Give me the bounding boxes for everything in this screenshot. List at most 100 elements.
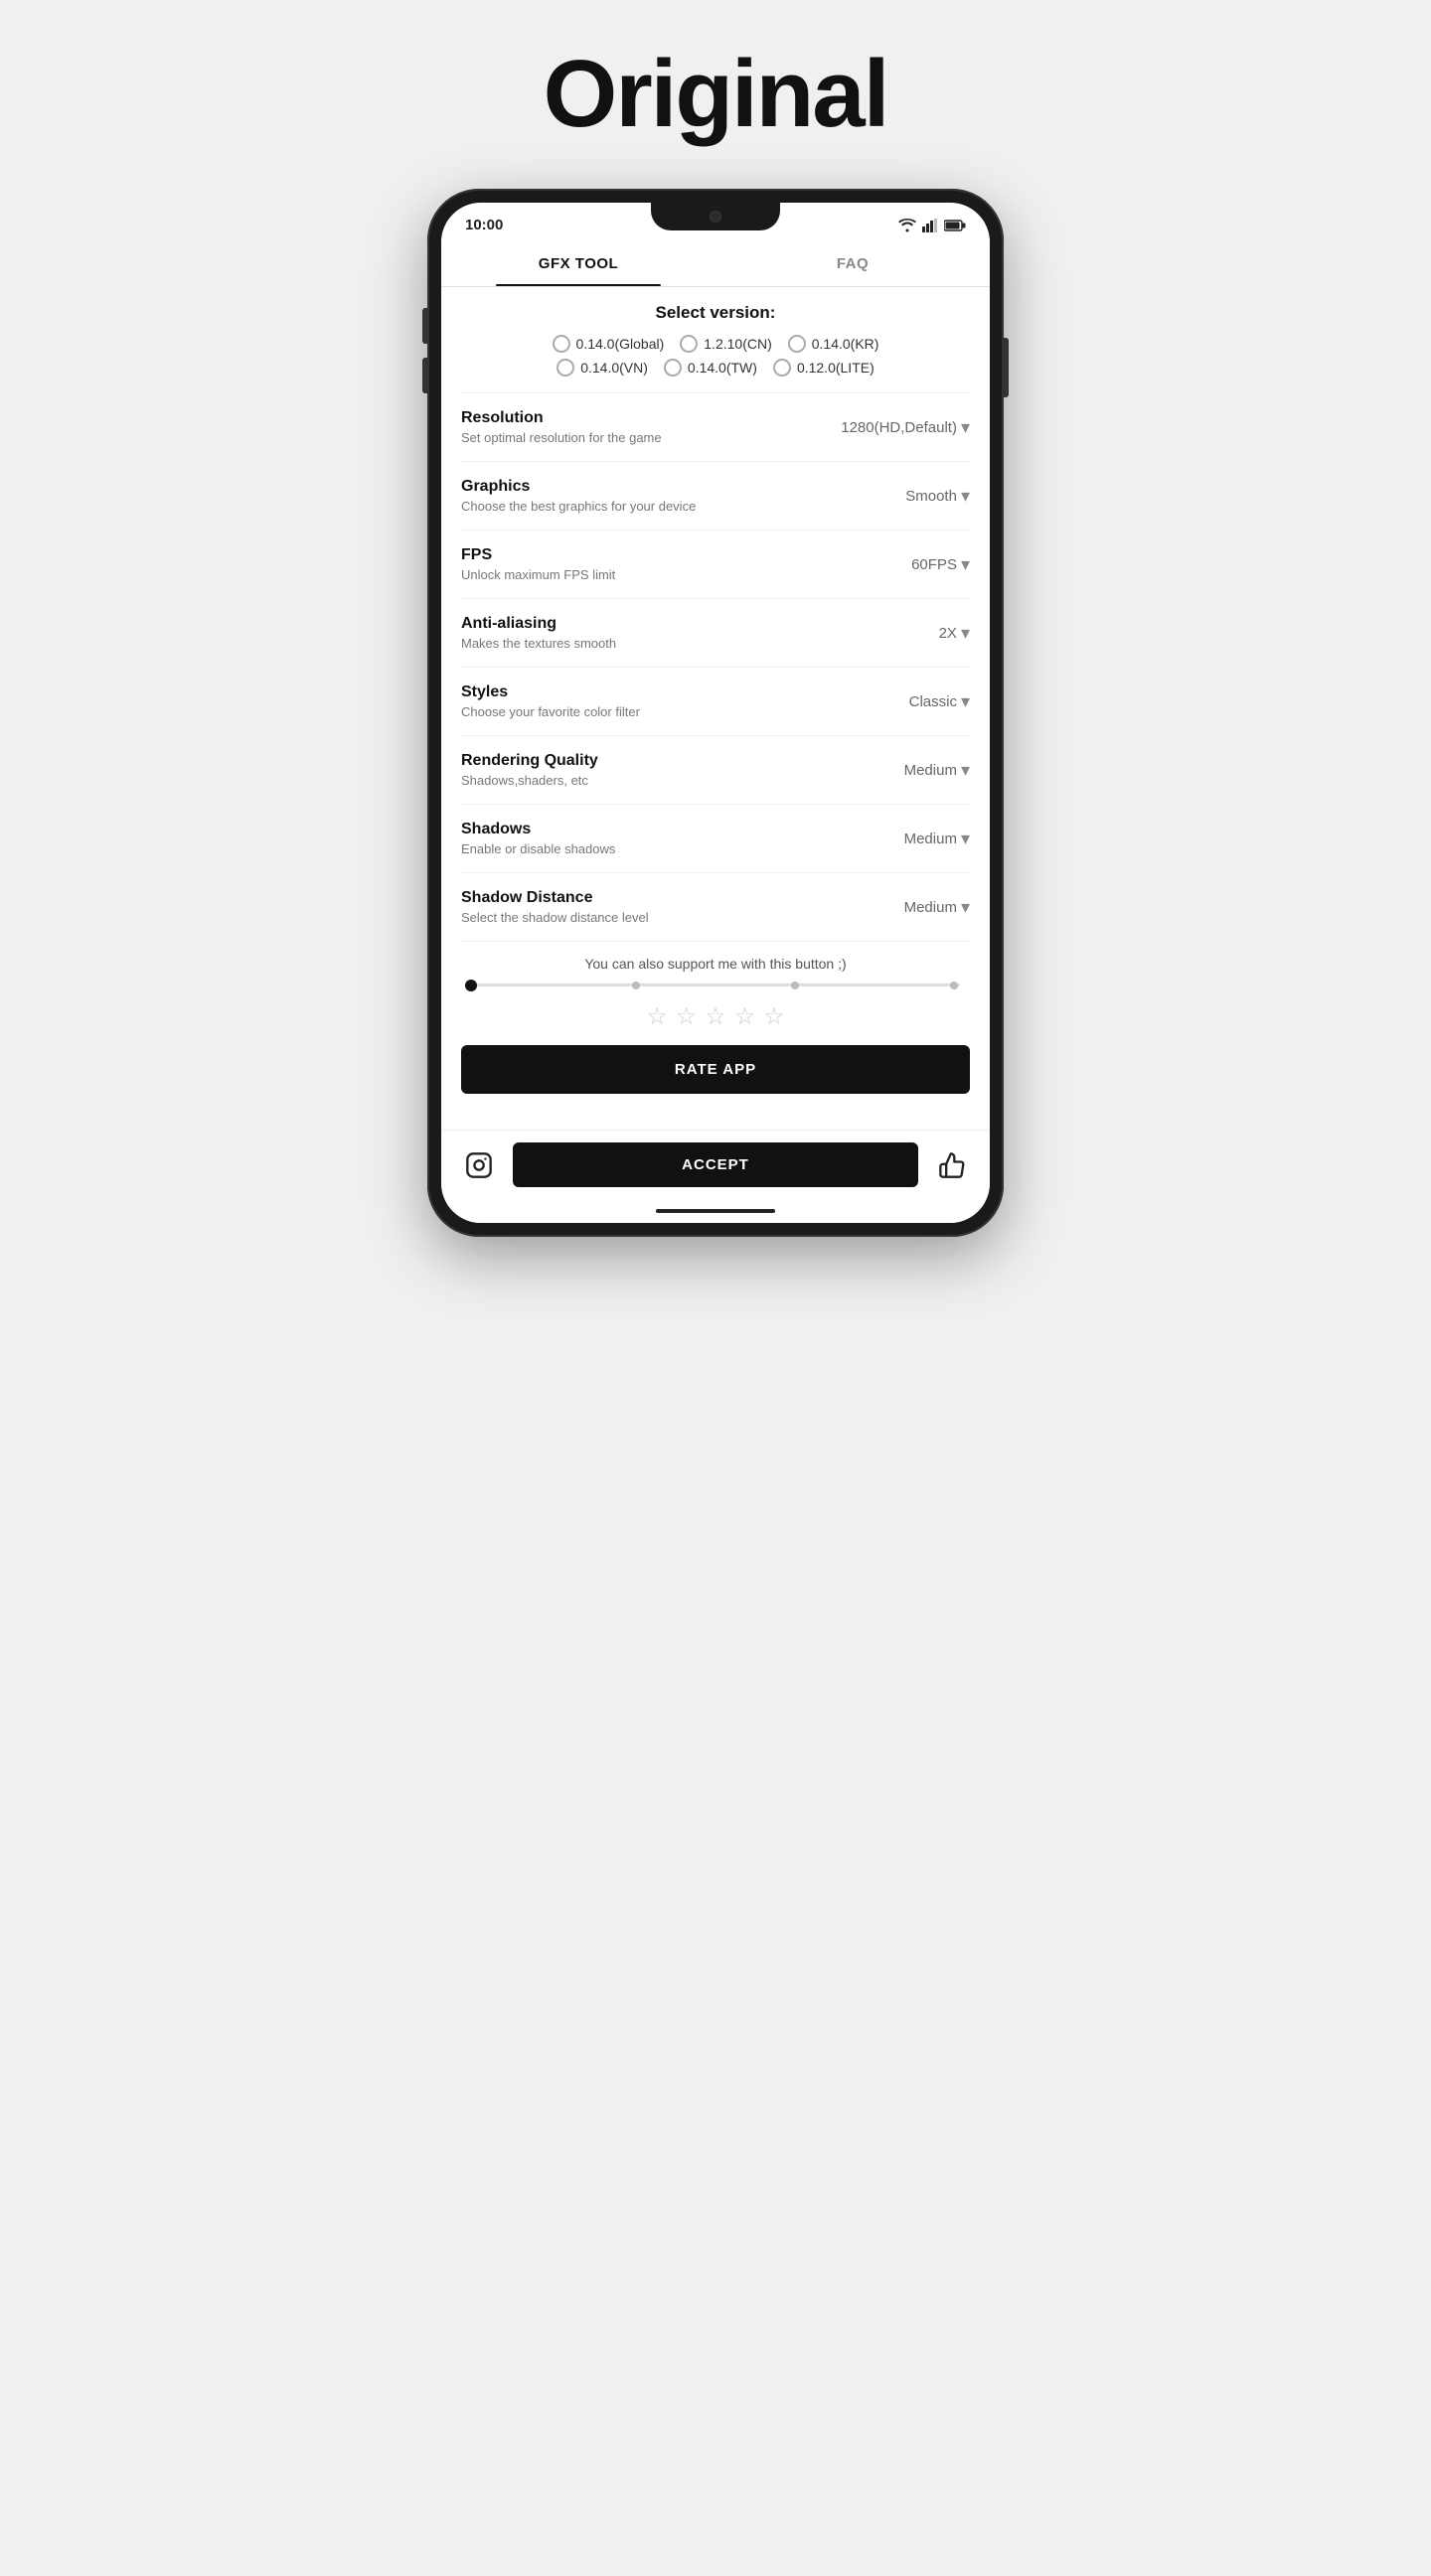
setting-control-rendering[interactable]: Medium ▾ (904, 760, 970, 781)
notch (651, 203, 780, 230)
setting-control-shadows[interactable]: Medium ▾ (904, 829, 970, 849)
graphics-dropdown-icon: ▾ (961, 486, 970, 507)
radio-global[interactable] (553, 335, 570, 353)
camera-dot (710, 211, 721, 223)
version-section: Select version: 0.14.0(Global) 1.2.10(CN… (461, 287, 970, 392)
setting-row-resolution: Resolution Set optimal resolution for th… (461, 392, 970, 461)
version-row-1: 0.14.0(Global) 1.2.10(CN) 0.14.0(KR) (461, 335, 970, 353)
power-button (1004, 338, 1009, 397)
slider-dot-4 (950, 982, 958, 989)
setting-info-resolution: Resolution Set optimal resolution for th… (461, 409, 841, 445)
support-section: You can also support me with this button… (461, 941, 970, 1110)
main-content: Select version: 0.14.0(Global) 1.2.10(CN… (441, 287, 990, 1130)
star-2[interactable]: ☆ (676, 1002, 698, 1031)
graphics-value: Smooth (905, 488, 957, 505)
setting-name-fps: FPS (461, 546, 911, 564)
setting-row-shadows: Shadows Enable or disable shadows Medium… (461, 804, 970, 872)
version-option-global[interactable]: 0.14.0(Global) (553, 335, 665, 353)
setting-desc-shadow-distance: Select the shadow distance level (461, 910, 904, 925)
version-title: Select version: (461, 303, 970, 323)
version-option-lite[interactable]: 0.12.0(LITE) (773, 359, 874, 377)
setting-control-shadow-distance[interactable]: Medium ▾ (904, 897, 970, 918)
setting-info-antialiasing: Anti-aliasing Makes the textures smooth (461, 615, 939, 651)
accept-button[interactable]: ACCEPT (513, 1142, 918, 1187)
radio-kr[interactable] (788, 335, 806, 353)
instagram-button[interactable] (457, 1143, 501, 1187)
setting-info-shadows: Shadows Enable or disable shadows (461, 821, 904, 856)
bottom-bar: ACCEPT (441, 1130, 990, 1199)
tab-bar: GFX TOOL FAQ (441, 241, 990, 287)
styles-value: Classic (909, 693, 957, 710)
star-3[interactable]: ☆ (705, 1002, 726, 1031)
setting-control-resolution[interactable]: 1280(HD,Default) ▾ (841, 417, 970, 438)
setting-info-shadow-distance: Shadow Distance Select the shadow distan… (461, 889, 904, 925)
shadows-value: Medium (904, 831, 957, 847)
home-bar (656, 1209, 775, 1213)
rate-app-button[interactable]: RATE APP (461, 1045, 970, 1094)
setting-control-fps[interactable]: 60FPS ▾ (911, 554, 970, 575)
setting-row-fps: FPS Unlock maximum FPS limit 60FPS ▾ (461, 530, 970, 598)
setting-desc-graphics: Choose the best graphics for your device (461, 499, 905, 514)
setting-row-rendering: Rendering Quality Shadows,shaders, etc M… (461, 735, 970, 804)
thumbsup-button[interactable] (930, 1143, 974, 1187)
shadow-distance-dropdown-icon: ▾ (961, 897, 970, 918)
fps-dropdown-icon: ▾ (961, 554, 970, 575)
instagram-icon (465, 1151, 493, 1179)
side-buttons-right (1004, 338, 1009, 397)
radio-cn[interactable] (680, 335, 698, 353)
status-time: 10:00 (465, 217, 503, 233)
signal-icon (922, 219, 938, 232)
page-title: Original (544, 40, 888, 149)
slider-container[interactable] (461, 984, 970, 986)
star-1[interactable]: ☆ (646, 1002, 668, 1031)
setting-info-rendering: Rendering Quality Shadows,shaders, etc (461, 752, 904, 788)
setting-info-graphics: Graphics Choose the best graphics for yo… (461, 478, 905, 514)
version-row-2: 0.14.0(VN) 0.14.0(TW) 0.12.0(LITE) (461, 359, 970, 377)
setting-desc-antialiasing: Makes the textures smooth (461, 636, 939, 651)
styles-dropdown-icon: ▾ (961, 691, 970, 712)
thumbsup-icon (938, 1151, 966, 1179)
version-label-cn: 1.2.10(CN) (704, 336, 771, 352)
phone-screen: 10:00 (441, 203, 990, 1223)
setting-desc-fps: Unlock maximum FPS limit (461, 567, 911, 582)
version-option-tw[interactable]: 0.14.0(TW) (664, 359, 757, 377)
setting-control-styles[interactable]: Classic ▾ (909, 691, 970, 712)
setting-name-resolution: Resolution (461, 409, 841, 427)
setting-control-graphics[interactable]: Smooth ▾ (905, 486, 970, 507)
version-label-lite: 0.12.0(LITE) (797, 360, 874, 376)
version-option-vn[interactable]: 0.14.0(VN) (556, 359, 648, 377)
wifi-icon (898, 219, 916, 232)
rendering-value: Medium (904, 762, 957, 779)
setting-control-antialiasing[interactable]: 2X ▾ (939, 623, 970, 644)
setting-desc-styles: Choose your favorite color filter (461, 704, 909, 719)
rendering-dropdown-icon: ▾ (961, 760, 970, 781)
fps-value: 60FPS (911, 556, 957, 573)
radio-vn[interactable] (556, 359, 574, 377)
side-buttons-left (422, 308, 427, 393)
tab-gfx-tool[interactable]: GFX TOOL (441, 241, 716, 286)
star-5[interactable]: ☆ (763, 1002, 785, 1031)
setting-name-rendering: Rendering Quality (461, 752, 904, 770)
stars-container[interactable]: ☆ ☆ ☆ ☆ ☆ (461, 1002, 970, 1031)
resolution-value: 1280(HD,Default) (841, 419, 957, 436)
setting-row-styles: Styles Choose your favorite color filter… (461, 667, 970, 735)
radio-lite[interactable] (773, 359, 791, 377)
setting-name-graphics: Graphics (461, 478, 905, 496)
tab-faq[interactable]: FAQ (716, 241, 990, 286)
setting-name-styles: Styles (461, 683, 909, 701)
battery-icon (944, 220, 966, 231)
radio-tw[interactable] (664, 359, 682, 377)
slider-track[interactable] (471, 984, 960, 986)
setting-name-shadow-distance: Shadow Distance (461, 889, 904, 907)
setting-desc-rendering: Shadows,shaders, etc (461, 773, 904, 788)
antialiasing-value: 2X (939, 625, 957, 642)
star-4[interactable]: ☆ (734, 1002, 756, 1031)
version-option-cn[interactable]: 1.2.10(CN) (680, 335, 771, 353)
version-label-tw: 0.14.0(TW) (688, 360, 757, 376)
status-icons (898, 219, 966, 232)
setting-name-shadows: Shadows (461, 821, 904, 838)
shadow-distance-value: Medium (904, 899, 957, 916)
setting-desc-shadows: Enable or disable shadows (461, 841, 904, 856)
setting-desc-resolution: Set optimal resolution for the game (461, 430, 841, 445)
version-option-kr[interactable]: 0.14.0(KR) (788, 335, 879, 353)
